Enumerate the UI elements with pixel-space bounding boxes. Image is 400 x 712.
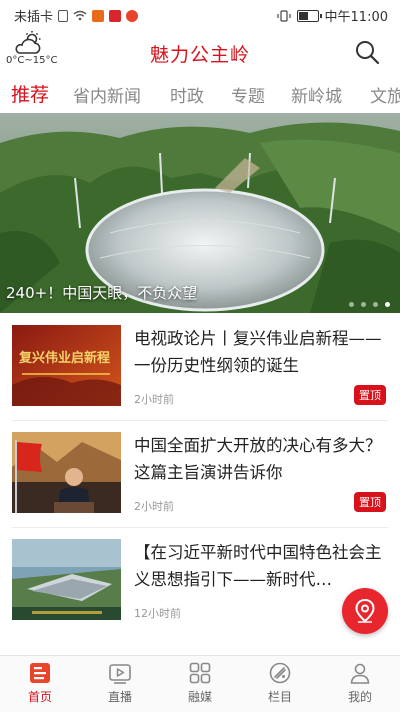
nav-label: 我的: [347, 690, 372, 704]
news-time: 2小时前: [134, 393, 174, 406]
nav-media[interactable]: 融媒: [165, 661, 235, 705]
news-item[interactable]: 复兴伟业启新程 电视政论片丨复兴伟业启新程——一份历史性纲领的诞生 2小时前 置…: [12, 313, 388, 421]
nav-profile[interactable]: 我的: [325, 661, 395, 705]
news-title: 【在习近平新时代中国特色社会主义思想指引下——新时代…: [134, 543, 382, 589]
nav-home[interactable]: 首页: [5, 661, 75, 705]
clock: 中午11:00: [324, 10, 388, 25]
carousel-dot-active[interactable]: [385, 302, 390, 307]
bottom-navigation: 首页 直播 融媒 栏目 我的: [0, 655, 400, 712]
news-time: 12小时前: [134, 607, 181, 620]
app-header: 0°C~15°C 魅力公主岭: [0, 28, 400, 75]
app-notification-icon: [109, 9, 122, 22]
carrier-label: 未插卡: [14, 10, 54, 25]
home-news-icon: [30, 663, 50, 683]
nav-label: 直播: [107, 690, 132, 704]
news-item[interactable]: 中国全面扩大开放的决心有多大？这篇主旨演讲告诉你 2小时前 置顶: [12, 420, 388, 528]
pinned-badge: 置顶: [354, 492, 386, 512]
news-time: 2小时前: [134, 500, 174, 513]
carousel-dot[interactable]: [349, 302, 354, 307]
battery-icon: [296, 9, 322, 22]
banner-caption: 240+！中国天眼，不负众望: [6, 284, 198, 302]
category-tabs: 推荐 省内新闻 时政 专题 新岭城 文旅: [0, 75, 400, 114]
carousel-dot[interactable]: [361, 302, 366, 307]
featured-banner[interactable]: 240+！中国天眼，不负众望: [0, 113, 400, 313]
news-thumbnail: [12, 432, 121, 513]
live-tv-icon: [109, 664, 131, 684]
column-icon: [269, 662, 291, 684]
carousel-indicator: [349, 302, 390, 307]
news-list: 复兴伟业启新程 电视政论片丨复兴伟业启新程——一份历史性纲领的诞生 2小时前 置…: [0, 313, 400, 655]
carousel-dot[interactable]: [373, 302, 378, 307]
nav-live[interactable]: 直播: [85, 661, 155, 705]
vibrate-icon: [276, 9, 291, 22]
tab-new-lingcheng[interactable]: 新岭城: [291, 82, 342, 107]
app-notification-icon: [92, 9, 105, 22]
profile-icon: [350, 663, 370, 684]
location-pin-icon: [355, 598, 375, 623]
nav-label: 融媒: [187, 690, 212, 704]
news-title: 中国全面扩大开放的决心有多大？这篇主旨演讲告诉你: [134, 436, 382, 482]
pinned-badge: 置顶: [354, 385, 386, 405]
tab-recommend[interactable]: 推荐: [11, 80, 49, 107]
news-item[interactable]: 【在习近平新时代中国特色社会主义思想指引下——新时代… 12小时前: [12, 527, 388, 634]
tab-politics[interactable]: 时政: [170, 82, 204, 107]
nav-label: 栏目: [267, 690, 292, 704]
tab-provincial-news[interactable]: 省内新闻: [73, 82, 141, 107]
tab-culture-tourism[interactable]: 文旅: [370, 82, 400, 107]
thumbnail-caption: 复兴伟业启新程: [19, 351, 111, 366]
app-title: 魅力公主岭: [149, 44, 250, 66]
sim-icon: [58, 9, 69, 22]
news-thumbnail: [12, 539, 121, 620]
news-thumbnail: 复兴伟业启新程: [12, 325, 121, 406]
wifi-icon: [73, 10, 87, 21]
news-title: 电视政论片丨复兴伟业启新程——一份历史性纲领的诞生: [134, 329, 382, 375]
nav-label: 首页: [27, 690, 52, 704]
nav-columns[interactable]: 栏目: [245, 661, 315, 705]
location-fab[interactable]: [342, 588, 388, 634]
app-notification-icon: [126, 9, 139, 22]
status-bar: 未插卡 中午11:00: [0, 0, 400, 28]
search-icon[interactable]: [354, 39, 380, 65]
media-grid-icon: [189, 662, 211, 684]
tab-special[interactable]: 专题: [231, 82, 265, 107]
